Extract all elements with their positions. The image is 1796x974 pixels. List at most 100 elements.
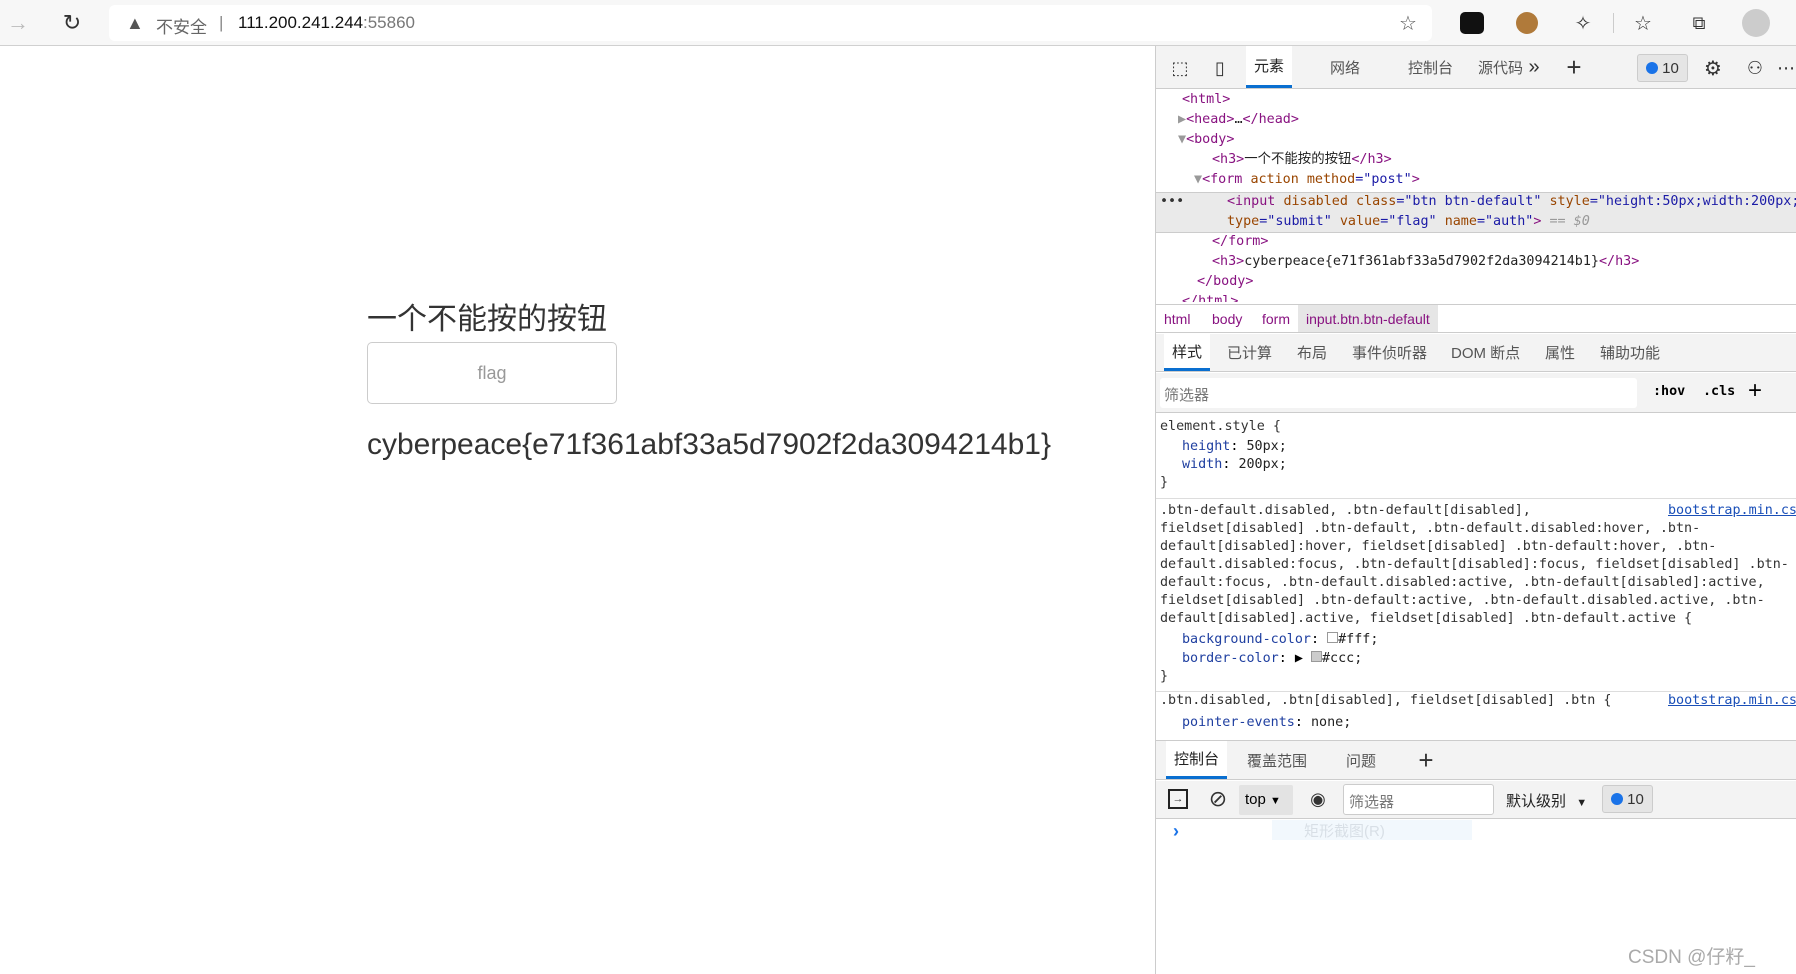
new-style-rule-icon[interactable]: +: [1748, 377, 1762, 405]
device-emulation-icon[interactable]: ▯: [1208, 56, 1232, 80]
rule-close: }: [1160, 669, 1169, 684]
styles-filter-input[interactable]: 筛选器: [1160, 378, 1637, 408]
feedback-icon[interactable]: ⚇: [1742, 54, 1768, 82]
browser-toolbar: → ↻ ▲ 不安全 | 111.200.241.244 :55860 ☆ ✧ ☆…: [0, 0, 1796, 46]
style-prop[interactable]: width: 200px;: [1182, 455, 1287, 475]
address-bar[interactable]: ▲ 不安全 | 111.200.241.244 :55860 ☆: [109, 5, 1432, 41]
drawer-tab-issues[interactable]: 问题: [1338, 741, 1384, 779]
add-favorite-icon[interactable]: ☆: [1399, 11, 1417, 36]
dom-node-h3-flag[interactable]: <h3>cyberpeace{e71f361abf33a5d7902f2da30…: [1212, 252, 1639, 272]
rule-selector: .btn-default.disabled, .btn-default[disa…: [1160, 503, 1531, 518]
context-select[interactable]: top ▼: [1239, 785, 1293, 815]
more-tabs-icon[interactable]: »: [1524, 54, 1544, 80]
color-swatch-white[interactable]: [1327, 632, 1339, 643]
back-icon[interactable]: →: [5, 8, 31, 38]
tab-dom-breakpoints[interactable]: DOM 断点: [1443, 334, 1528, 371]
style-prop[interactable]: border-color: ▶ #ccc;: [1182, 649, 1362, 669]
style-prop[interactable]: background-color: #fff;: [1182, 630, 1378, 650]
tab-event-listeners[interactable]: 事件侦听器: [1344, 334, 1435, 371]
dom-node-form-close[interactable]: </form>: [1212, 232, 1268, 252]
source-link[interactable]: bootstrap.min.css: [1668, 691, 1796, 711]
toolbar-divider: [1613, 13, 1614, 33]
add-tab-icon[interactable]: +: [1562, 52, 1586, 82]
tab-styles[interactable]: 样式: [1164, 334, 1211, 371]
drawer-tabs: 控制台 覆盖范围 问题 +: [1156, 740, 1796, 780]
add-drawer-tab-icon[interactable]: +: [1414, 745, 1438, 775]
security-label[interactable]: 不安全: [156, 13, 207, 38]
tab-elements[interactable]: 元素: [1246, 46, 1293, 88]
message-icon: [1646, 62, 1659, 74]
warning-icon[interactable]: ▲: [126, 13, 144, 34]
dom-node-input-cont[interactable]: type="submit" value="flag" name="auth"> …: [1227, 212, 1590, 232]
message-count: 10: [1627, 790, 1644, 808]
source-link[interactable]: bootstrap.min.css: [1668, 501, 1796, 521]
tab-layout[interactable]: 布局: [1289, 334, 1335, 371]
dom-node-body[interactable]: ▼<body>: [1178, 130, 1234, 150]
breadcrumb-input[interactable]: input.btn.btn-default: [1298, 305, 1438, 332]
breadcrumb-form[interactable]: form: [1254, 305, 1298, 332]
dom-node-head[interactable]: ▶<head>…</head>: [1178, 110, 1299, 130]
dom-node-h3[interactable]: <h3>一个不能按的按钮</h3>: [1212, 150, 1392, 170]
collections-icon[interactable]: ⧉: [1686, 9, 1712, 37]
tab-properties[interactable]: 属性: [1537, 334, 1583, 371]
breadcrumb: html body form input.btn.btn-default: [1156, 304, 1796, 333]
live-expression-eye-icon[interactable]: ◉: [1306, 787, 1330, 811]
flag-text: cyberpeace{e71f361abf33a5d7902f2da309421…: [367, 428, 1051, 461]
log-level-select[interactable]: 默认级别 ▼: [1506, 790, 1587, 811]
extension-tampermonkey-icon[interactable]: [1460, 12, 1484, 34]
rule-selector: default:focus, .btn-default.disabled:act…: [1160, 575, 1765, 590]
messages-badge[interactable]: 10: [1637, 54, 1688, 82]
tab-accessibility[interactable]: 辅助功能: [1592, 334, 1668, 371]
devtools-panel: ⬚ ▯ 元素 网络 控制台 源代码 » + 10 ⚙ ⚇ ⋯ <html> ▶<…: [1155, 46, 1796, 974]
dropdown-arrow-icon: ▼: [1576, 797, 1588, 809]
hov-button[interactable]: :hov: [1653, 384, 1685, 399]
favorites-icon[interactable]: ☆: [1630, 9, 1656, 37]
ghost-tooltip: 矩形截图(R): [1272, 820, 1472, 840]
inspect-element-icon[interactable]: ⬚: [1168, 56, 1192, 80]
message-count: 10: [1662, 59, 1679, 77]
extensions-icon[interactable]: ✧: [1570, 9, 1596, 37]
console-messages-badge[interactable]: 10: [1602, 785, 1653, 813]
url-host[interactable]: 111.200.241.244: [238, 13, 363, 33]
expand-triangle-icon: ▶: [1294, 651, 1303, 666]
rule-selector: fieldset[disabled] .btn-default, .btn-de…: [1160, 521, 1701, 536]
style-prop[interactable]: height: 50px;: [1182, 437, 1287, 457]
dom-node-form[interactable]: ▼<form action method="post">: [1194, 170, 1420, 190]
console-prompt-icon[interactable]: ›: [1173, 821, 1179, 842]
message-icon: [1611, 793, 1624, 805]
color-swatch-gray[interactable]: [1311, 651, 1322, 662]
breadcrumb-html[interactable]: html: [1156, 305, 1198, 332]
drawer-tab-console[interactable]: 控制台: [1166, 741, 1228, 779]
clear-console-icon[interactable]: ⊘: [1206, 786, 1230, 811]
console-filter-input[interactable]: 筛选器: [1343, 784, 1494, 815]
extension-cookie-icon[interactable]: [1516, 12, 1538, 34]
cls-button[interactable]: .cls: [1703, 384, 1735, 399]
dom-node-input[interactable]: <input disabled class="btn btn-default" …: [1227, 192, 1796, 212]
page-heading: 一个不能按的按钮: [367, 303, 607, 336]
breadcrumb-body[interactable]: body: [1204, 305, 1250, 332]
reload-icon[interactable]: ↻: [58, 8, 86, 38]
rule-selector: default.disabled:focus, .btn-default[dis…: [1160, 557, 1789, 572]
tab-computed[interactable]: 已计算: [1219, 334, 1280, 371]
tab-console[interactable]: 控制台: [1400, 46, 1461, 88]
divider: [1156, 498, 1796, 499]
drawer-tab-coverage[interactable]: 覆盖范围: [1239, 741, 1315, 779]
profile-avatar-icon[interactable]: [1742, 9, 1770, 37]
dom-node-html-close[interactable]: </html>: [1182, 292, 1238, 302]
tab-network[interactable]: 网络: [1322, 46, 1368, 88]
rule-selector: fieldset[disabled] .btn-default:active, …: [1160, 593, 1765, 608]
tab-sources[interactable]: 源代码: [1470, 46, 1531, 88]
rule-close: }: [1160, 475, 1169, 490]
url-port[interactable]: :55860: [363, 13, 415, 33]
watermark: CSDN @仔籽_: [1628, 947, 1755, 968]
sidebar-toggle-icon[interactable]: →: [1168, 789, 1188, 809]
more-options-icon[interactable]: ⋯: [1776, 54, 1796, 82]
dom-node-html[interactable]: <html>: [1182, 90, 1230, 110]
rule-selector: default[disabled].active, fieldset[disab…: [1160, 611, 1693, 626]
dom-node-body-close[interactable]: </body>: [1197, 272, 1253, 292]
rule-selector: element.style {: [1160, 419, 1281, 434]
flag-button[interactable]: flag: [367, 342, 617, 404]
node-actions-ellipsis[interactable]: •••: [1160, 192, 1184, 212]
settings-gear-icon[interactable]: ⚙: [1700, 54, 1726, 82]
style-prop[interactable]: pointer-events: none;: [1182, 713, 1351, 733]
